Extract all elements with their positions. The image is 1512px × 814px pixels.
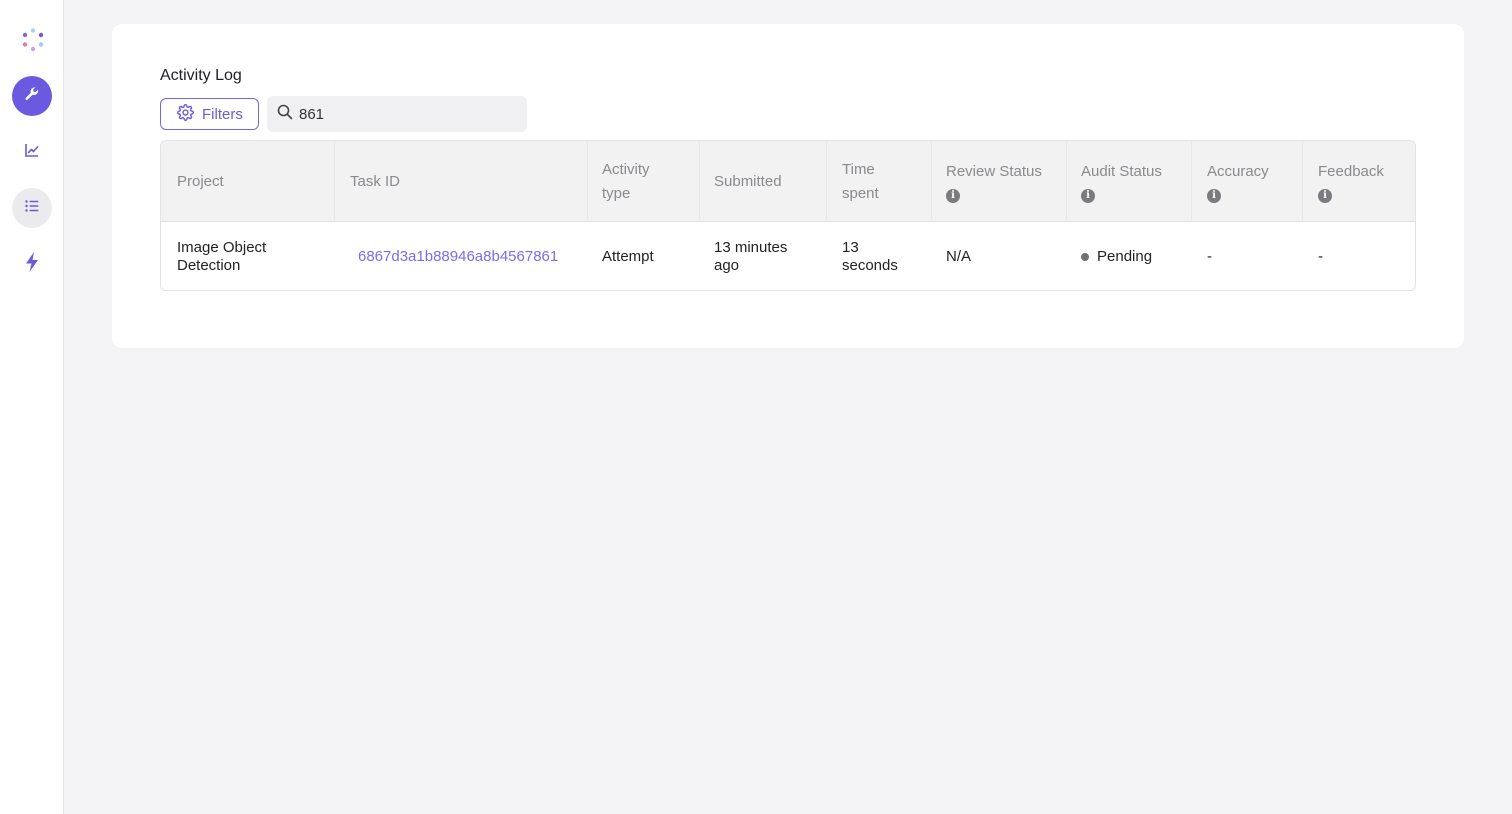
- cell-audit-status: Pending: [1081, 222, 1191, 290]
- sidebar: [0, 0, 64, 814]
- column-header-feedback[interactable]: Feedback i: [1318, 141, 1413, 222]
- column-header-accuracy[interactable]: Accuracy i: [1207, 141, 1302, 222]
- column-header-audit-status[interactable]: Audit Status i: [1081, 141, 1196, 222]
- column-header-time-spent[interactable]: Time spent: [842, 141, 902, 222]
- column-header-task-id[interactable]: Task ID: [350, 141, 570, 222]
- filters-label: Filters: [202, 105, 243, 123]
- chart-line-icon: [24, 142, 40, 163]
- search-input[interactable]: [299, 105, 499, 123]
- activity-log-card: Activity Log Filters Project Task ID: [112, 24, 1464, 348]
- activity-table: Project Task ID Activity type Submitted …: [160, 140, 1416, 291]
- sidebar-item-quick-actions[interactable]: [12, 244, 52, 284]
- page-title: Activity Log: [160, 67, 242, 84]
- cell-review-status: N/A: [946, 247, 972, 265]
- filters-button[interactable]: Filters: [160, 98, 259, 130]
- cell-feedback: -: [1318, 247, 1323, 265]
- cell-time-spent: 13 seconds: [842, 238, 898, 274]
- search-box[interactable]: [267, 96, 527, 132]
- search-icon: [277, 104, 293, 125]
- column-header-project[interactable]: Project: [177, 141, 327, 222]
- lightning-icon: [24, 251, 40, 278]
- sidebar-item-analytics[interactable]: [12, 132, 52, 172]
- task-id-link[interactable]: 6867d3a1b88946a8b4567861: [358, 222, 583, 290]
- cell-submitted: 13 minutes ago: [714, 238, 788, 274]
- cell-project: Image Object Detection: [177, 238, 267, 274]
- gear-icon: [177, 103, 194, 125]
- info-icon[interactable]: i: [1207, 189, 1221, 203]
- info-icon[interactable]: i: [1081, 189, 1095, 203]
- sidebar-item-activity-log[interactable]: [12, 188, 52, 228]
- status-dot: [1081, 252, 1089, 261]
- column-header-review-status[interactable]: Review Status i: [946, 141, 1061, 222]
- app-logo-icon[interactable]: [20, 27, 46, 53]
- audit-status-label: Pending: [1097, 247, 1153, 265]
- cell-activity-type: Attempt: [602, 247, 654, 265]
- column-header-activity-type[interactable]: Activity type: [602, 141, 682, 222]
- list-icon: [24, 198, 40, 219]
- wrench-icon: [24, 86, 40, 107]
- cell-accuracy: -: [1207, 247, 1212, 265]
- info-icon[interactable]: i: [1318, 189, 1332, 203]
- info-icon[interactable]: i: [946, 189, 960, 203]
- sidebar-item-tools[interactable]: [12, 76, 52, 116]
- table-header: Project Task ID Activity type Submitted …: [161, 141, 1415, 222]
- column-header-submitted[interactable]: Submitted: [714, 141, 814, 222]
- table-row[interactable]: Image Object Detection 6867d3a1b88946a8b…: [161, 222, 1415, 290]
